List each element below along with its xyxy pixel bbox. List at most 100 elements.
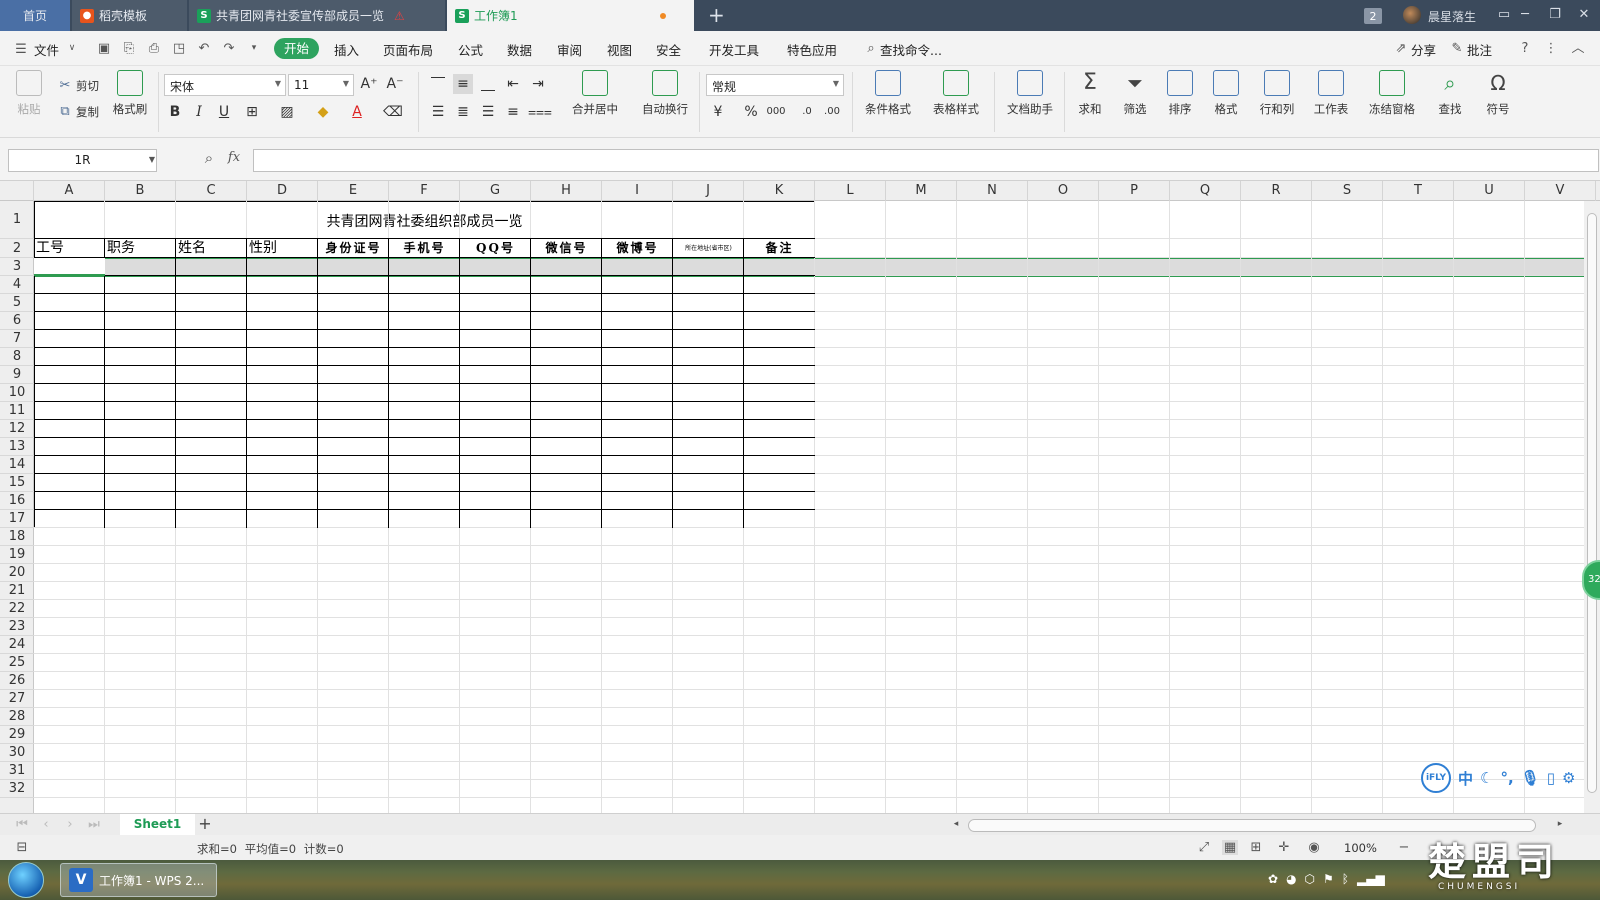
decrease-decimal-icon[interactable]: .00 [822, 102, 842, 122]
zoom-out-icon[interactable]: − [1396, 840, 1412, 855]
table-header-cell[interactable]: 微信号 [533, 240, 600, 257]
user-name[interactable]: 晨星落生 [1428, 8, 1476, 25]
flag-icon[interactable]: ⚑ [1323, 872, 1334, 886]
skin-icon[interactable]: ▭ [1494, 6, 1514, 24]
column-header-O[interactable]: O [1028, 181, 1099, 201]
format-painter-button[interactable]: 格式刷 [110, 70, 150, 117]
table-header-cell[interactable]: 工号 [36, 240, 103, 257]
column-header-F[interactable]: F [389, 181, 460, 201]
increase-font-icon[interactable]: A⁺ [359, 74, 379, 94]
reading-mode-icon[interactable]: ✛ [1276, 840, 1292, 855]
shield-icon[interactable]: ⬡ [1305, 872, 1315, 886]
column-header-H[interactable]: H [531, 181, 602, 201]
column-header-A[interactable]: A [34, 181, 105, 201]
column-header-Q[interactable]: Q [1170, 181, 1241, 201]
macro-icon[interactable]: ⊟ [14, 840, 30, 855]
column-header-U[interactable]: U [1454, 181, 1525, 201]
tab-page-layout[interactable]: 页面布局 [383, 40, 433, 59]
row-header-21[interactable]: 21 [0, 582, 34, 600]
restore-icon[interactable]: ❐ [1545, 6, 1565, 24]
paste-button[interactable]: 粘贴 [12, 70, 46, 117]
table-header-cell[interactable]: 身份证号 [320, 240, 387, 257]
tab-insert[interactable]: 插入 [334, 40, 359, 59]
tab-start[interactable]: 开始 [274, 38, 319, 59]
clear-format-icon[interactable]: ⌫ [383, 102, 403, 122]
last-sheet-icon[interactable]: ⏭ [86, 817, 102, 832]
chevron-down-icon[interactable]: ▼ [144, 152, 160, 167]
distributed-align-icon[interactable]: ⩶ [528, 102, 552, 122]
column-header-D[interactable]: D [247, 181, 318, 201]
avatar[interactable] [1403, 6, 1421, 24]
font-color-icon[interactable]: A [347, 102, 367, 122]
row-header-15[interactable]: 15 [0, 474, 34, 492]
print-icon[interactable]: ⎙ [146, 41, 162, 56]
row-header-26[interactable]: 26 [0, 672, 34, 690]
formula-input[interactable] [253, 149, 1599, 172]
select-all-corner[interactable] [0, 181, 34, 201]
row-header-17[interactable]: 17 [0, 510, 34, 528]
italic-icon[interactable]: I [189, 102, 209, 122]
increase-decimal-icon[interactable]: .0 [797, 102, 817, 122]
export-icon[interactable]: ⎘ [121, 41, 137, 56]
wrap-text-button[interactable]: 自动换行 [636, 70, 694, 117]
chevron-down-icon[interactable]: ∨ [64, 41, 80, 56]
column-header-M[interactable]: M [886, 181, 957, 201]
tab-member-list-doc[interactable]: S 共青团网青社委宣传部成员一览 ⚠ [189, 0, 445, 31]
taskbar-wps-window[interactable]: V 工作簿1 - WPS 2... [60, 863, 217, 897]
column-header-V[interactable]: V [1525, 181, 1596, 201]
align-left-icon[interactable]: ☰ [428, 102, 448, 122]
table-header-cell[interactable]: 手机号 [391, 240, 458, 257]
row-header-8[interactable]: 8 [0, 348, 34, 366]
save-icon[interactable]: ▣ [96, 41, 112, 56]
doc-helper-button[interactable]: 文档助手 [1002, 70, 1058, 117]
fill-color-icon[interactable]: ◆ [313, 102, 333, 122]
column-header-K[interactable]: K [744, 181, 815, 201]
cell-fill-style-icon[interactable]: ▨ [277, 102, 297, 122]
scroll-left-icon[interactable]: ◂ [948, 817, 964, 832]
vertical-scrollbar[interactable] [1584, 201, 1600, 813]
scroll-thumb[interactable] [1587, 213, 1597, 793]
new-tab-button[interactable]: + [708, 4, 725, 26]
align-middle-icon[interactable]: ≡ [453, 74, 473, 94]
table-style-button[interactable]: 表格样式 [926, 70, 986, 117]
column-header-N[interactable]: N [957, 181, 1028, 201]
keyboard-icon[interactable]: ▯ [1547, 769, 1555, 787]
punctuation-icon[interactable]: °, [1500, 769, 1513, 787]
column-header-P[interactable]: P [1099, 181, 1170, 201]
row-header-7[interactable]: 7 [0, 330, 34, 348]
sheet-title-cell[interactable]: 共青团网青社委组织部成员一览 [34, 211, 815, 231]
active-cell[interactable] [34, 258, 105, 276]
collapse-ribbon-icon[interactable]: ︿ [1570, 41, 1586, 56]
normal-view-icon[interactable]: ▦ [1222, 840, 1238, 855]
comment-icon[interactable]: ✎ [1449, 41, 1465, 56]
fullscreen-icon[interactable]: ⤢ [1196, 840, 1212, 855]
find-button[interactable]: ⌕ 查找 [1428, 70, 1472, 117]
sheet-tab-sheet1[interactable]: Sheet1 [120, 814, 195, 836]
freeze-panes-button[interactable]: 冻结窗格 [1362, 70, 1422, 117]
row-header-4[interactable]: 4 [0, 276, 34, 294]
row-header-32[interactable]: 32 [0, 780, 34, 798]
column-header-T[interactable]: T [1383, 181, 1454, 201]
worksheet-button[interactable]: 工作表 [1306, 70, 1356, 117]
name-box[interactable]: 1R [8, 149, 157, 172]
add-sheet-button[interactable]: + [196, 814, 214, 836]
microphone-icon[interactable]: 🎙 [1521, 769, 1540, 787]
thousands-separator-icon[interactable]: 000 [766, 102, 786, 122]
align-center-icon[interactable]: ≣ [453, 102, 473, 122]
row-header-11[interactable]: 11 [0, 402, 34, 420]
font-name-select[interactable]: 宋体 ▼ [164, 74, 286, 96]
column-header-G[interactable]: G [460, 181, 531, 201]
increase-indent-icon[interactable]: ⇥ [528, 74, 548, 94]
zoom-formula-icon[interactable]: ⌕ [201, 151, 217, 166]
row-header-16[interactable]: 16 [0, 492, 34, 510]
filter-button[interactable]: ⏷ 筛选 [1115, 70, 1155, 117]
row-header-5[interactable]: 5 [0, 294, 34, 312]
merge-center-button[interactable]: 合并居中 [566, 70, 624, 117]
table-header-cell[interactable]: 职务 [107, 240, 174, 257]
moon-icon[interactable]: ☾ [1480, 769, 1493, 787]
sort-button[interactable]: 排序 [1160, 70, 1200, 117]
cut-button[interactable]: ✂ 剪切 [58, 78, 99, 94]
row-header-9[interactable]: 9 [0, 366, 34, 384]
row-header-3[interactable]: 3 [0, 258, 34, 276]
start-button[interactable] [8, 862, 44, 898]
